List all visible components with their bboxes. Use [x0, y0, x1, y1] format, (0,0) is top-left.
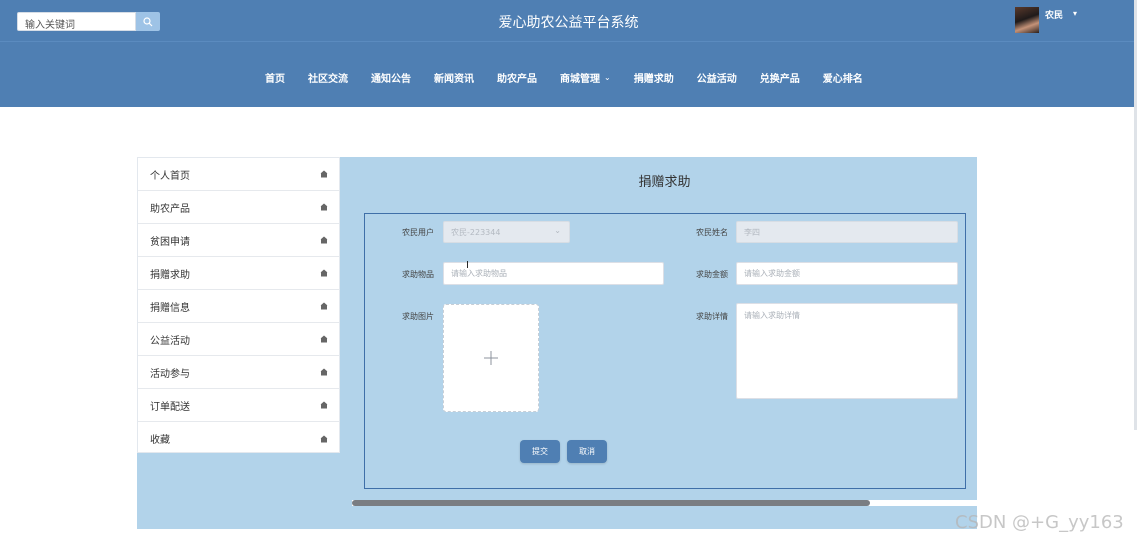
home-icon [320, 401, 328, 409]
farmer-name-field[interactable]: 李四 [736, 221, 958, 243]
sidebar-item-label: 贫困申请 [150, 236, 190, 248]
item-input[interactable]: 请输入求助物品 [443, 262, 664, 285]
home-icon [320, 269, 328, 277]
home-icon [320, 435, 328, 442]
nav-item-label: 公益活动 [696, 73, 737, 85]
nav-item-label: 新闻资讯 [434, 73, 474, 85]
sidebar-item-label: 个人首页 [150, 170, 190, 182]
farmer-user-select[interactable]: 农民-223344 ⌄ [443, 221, 570, 243]
sidebar-item-poverty-apply[interactable]: 贫困申请 [138, 224, 339, 257]
site-title: 爱心助农公益平台系统 [498, 15, 639, 31]
sidebar-item-charity[interactable]: 公益活动 [138, 323, 339, 356]
nav-item-home[interactable]: 首页 [265, 70, 285, 85]
caret-down-icon[interactable]: ▾ [1073, 9, 1077, 18]
sidebar-item-label: 活动参与 [150, 368, 190, 380]
text-cursor-icon: I [466, 260, 469, 271]
nav-item-label: 通知公告 [371, 73, 411, 85]
nav-item-label: 社区交流 [308, 73, 348, 85]
sidebar: 个人首页 助农产品 贫困申请 捐赠求助 捐赠信息 公益活动 活动参与 订单配送 … [137, 157, 340, 453]
nav-item-label: 助农产品 [497, 73, 537, 85]
detail-textarea[interactable]: 请输入求助详情 [736, 303, 958, 399]
detail-label: 求助详情 [696, 312, 728, 321]
nav-item-news[interactable]: 新闻资讯 [434, 70, 474, 85]
sidebar-item-label: 订单配送 [150, 401, 190, 413]
nav-item-charity[interactable]: 公益活动 [696, 70, 737, 85]
sidebar-item-favorites[interactable]: 收藏 [138, 422, 339, 455]
farmer-name-label: 农民姓名 [696, 228, 728, 237]
farmer-user-label: 农民用户 [402, 228, 434, 237]
chevron-down-icon: ⌄ [554, 226, 561, 235]
item-label: 求助物品 [402, 270, 434, 279]
chevron-down-icon: ⌄ [604, 72, 611, 82]
watermark: CSDN @+G_yy163 [955, 512, 1124, 533]
nav-item-community[interactable]: 社区交流 [308, 70, 348, 85]
image-upload[interactable] [443, 304, 539, 412]
sidebar-item-donation-help[interactable]: 捐赠求助 [138, 257, 339, 290]
farmer-user-value: 农民-223344 [451, 227, 501, 237]
home-icon [320, 236, 328, 244]
home-icon [320, 203, 328, 211]
nav-item-products[interactable]: 助农产品 [497, 70, 537, 85]
main-nav: 首页 社区交流 通知公告 新闻资讯 助农产品 商城管理 ⌄ 捐赠求助 公益活动 兑… [0, 41, 1137, 107]
nav-item-donation-help[interactable]: 捐赠求助 [633, 70, 674, 85]
amount-input[interactable]: 请输入求助金额 [736, 262, 958, 285]
nav-item-label: 首页 [265, 73, 285, 85]
sidebar-item-label: 捐赠求助 [150, 269, 190, 281]
sidebar-item-label: 捐赠信息 [150, 302, 190, 314]
user-name: 农民 [1045, 11, 1064, 21]
sidebar-item-donation-info[interactable]: 捐赠信息 [138, 290, 339, 323]
submit-button[interactable]: 提交 [520, 440, 560, 463]
user-menu[interactable]: 农民 ▾ [1015, 7, 1085, 33]
sidebar-item-activity-join[interactable]: 活动参与 [138, 356, 339, 389]
nav-item-exchange[interactable]: 兑换产品 [759, 70, 800, 85]
home-icon [320, 302, 328, 310]
nav-item-notices[interactable]: 通知公告 [371, 70, 411, 85]
nav-item-mall[interactable]: 商城管理 ⌄ [560, 70, 611, 85]
amount-label: 求助金额 [696, 270, 728, 279]
nav-item-ranking[interactable]: 爱心排名 [822, 70, 863, 85]
sidebar-item-profile[interactable]: 个人首页 [138, 158, 339, 191]
nav-item-label: 捐赠求助 [633, 73, 674, 85]
home-icon [320, 368, 328, 376]
cancel-button[interactable]: 取消 [567, 440, 607, 463]
sidebar-item-label: 公益活动 [150, 335, 190, 347]
horizontal-scrollbar[interactable] [352, 500, 870, 506]
nav-item-label: 兑换产品 [759, 73, 800, 85]
avatar[interactable] [1015, 7, 1039, 33]
sidebar-item-delivery[interactable]: 订单配送 [138, 389, 339, 422]
home-icon [320, 335, 328, 343]
sidebar-item-label: 收藏 [150, 435, 170, 446]
nav-item-label: 爱心排名 [822, 73, 863, 85]
plus-icon [484, 351, 498, 365]
nav-item-label: 商城管理 [560, 73, 600, 85]
top-bar: 输入关键词 爱心助农公益平台系统 农民 ▾ [0, 0, 1137, 41]
sidebar-item-products[interactable]: 助农产品 [138, 191, 339, 224]
sidebar-item-label: 助农产品 [150, 203, 190, 215]
page-title: 捐赠求助 [638, 175, 691, 190]
image-label: 求助图片 [402, 312, 434, 321]
home-icon [320, 170, 328, 178]
